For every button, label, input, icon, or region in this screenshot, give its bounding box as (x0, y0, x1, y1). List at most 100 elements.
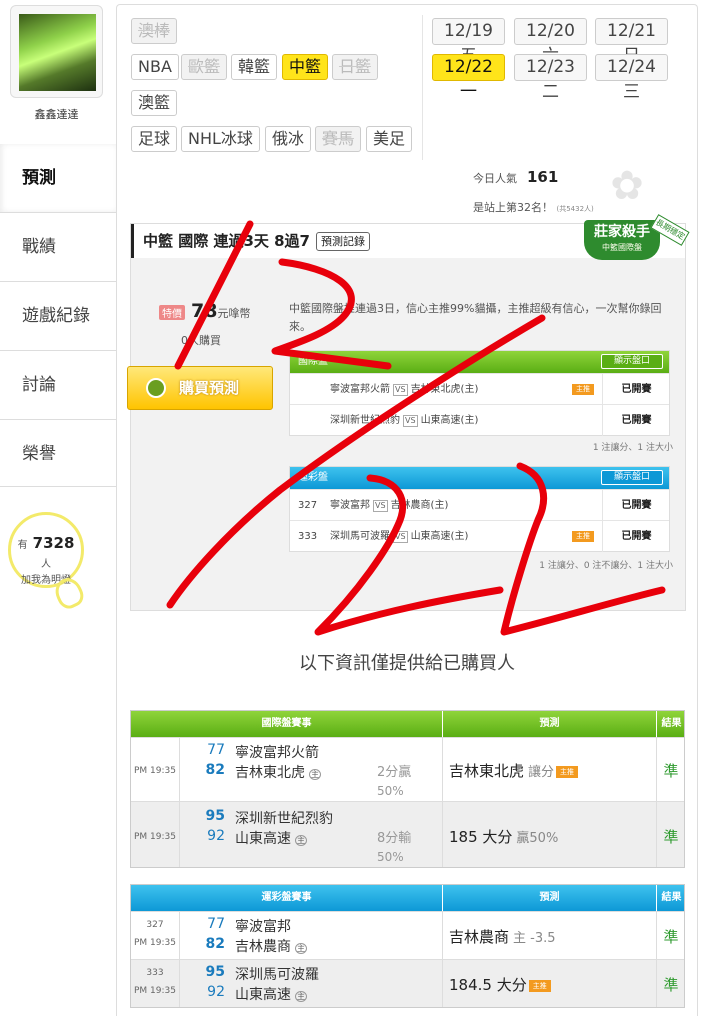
sidebar-item-game-log[interactable]: 遊戲紀錄 (0, 281, 116, 349)
text-fragment: 結果 (656, 711, 686, 737)
sidebar-item-record[interactable]: 戰績 (0, 212, 116, 280)
text-fragment (179, 912, 180, 959)
lottery-game-list: 運彩盤 顯示盤口 327 寧波富邦 VS 吉林農商(主) 已開賽 333 深圳馬可波羅 VS 山… (289, 466, 670, 552)
lottery-results-table: 運彩盤賽事 預測 結果 327 PM 19:35 77 寧波富邦 82 吉林農商主 吉林農… (130, 884, 685, 1008)
text-fragment: VS (373, 500, 388, 512)
sidebar-item-discussion[interactable]: 討論 (0, 350, 116, 418)
fans-prefix: 有 (17, 540, 28, 551)
text-fragment: 12/21 (607, 21, 656, 41)
text-fragment: 莊家殺手 中籃國際盤 (584, 220, 660, 260)
text-fragment: PM 19:35 (134, 938, 176, 948)
prediction-record-button[interactable]: 預測記錄 (315, 232, 370, 251)
date-tab[interactable]: 12/20 六 (514, 18, 587, 66)
sport-tab-russia-hockey[interactable]: 俄冰 (265, 126, 312, 152)
text-fragment: PM 19:35 (134, 832, 176, 842)
text-fragment: 95 (205, 808, 225, 824)
fans-counter[interactable]: 有 7328 人 加我為明燈 (8, 512, 84, 588)
sport-tab-aus-baseball[interactable]: 澳棒 (131, 18, 178, 44)
avatar[interactable] (10, 5, 103, 98)
sport-tab-nhl[interactable]: NHL冰球 (181, 126, 260, 152)
text-fragment: 77 (207, 742, 225, 758)
sport-tab-japan-basketball[interactable]: 日籃 (332, 54, 379, 80)
sidebar: 鑫鑫達達 預測 戰績 遊戲紀錄 討論 榮譽 有 7328 人 加我為明燈 (0, 0, 116, 1016)
text-fragment: 82 (205, 936, 225, 952)
text-fragment: 元嗱幣 (217, 307, 251, 320)
text-fragment: 吉林東北虎主 (235, 762, 321, 782)
text-fragment: 深圳馬可波羅 (235, 967, 319, 983)
text-fragment: 12/23 (526, 57, 575, 77)
date-tab-selected[interactable]: 12/22 一 (432, 54, 505, 102)
text-fragment: 50% (377, 784, 404, 798)
text-fragment: 主 -3.5 (513, 931, 556, 946)
text-fragment: 寧波富邦 VS 吉林農商(主) (330, 490, 610, 521)
text-fragment: 運彩盤 顯示盤口 (290, 467, 669, 489)
prediction-description: 中籃國際盤推連過3日，信心主推99%貓攝，主推超級有信心，一次幫你錄回來。 (289, 302, 662, 333)
text-fragment: 2分贏 (377, 765, 412, 780)
text-fragment: 運彩盤賽事 (261, 892, 312, 903)
list-item: 寧波富邦火箭 VS 吉林東北虎(主) 主推 已開賽 (290, 373, 669, 405)
text-fragment: 82 (205, 762, 225, 778)
text-fragment: 50% (377, 850, 404, 864)
popularity: 今日人氣 161 (473, 168, 558, 186)
list-item: 333 深圳馬可波羅 VS 山東高速(主) 主推 已開賽 (290, 520, 670, 552)
text-fragment: 深圳新世紀烈豹 VS 山東高速(主) (330, 405, 610, 436)
date-tab[interactable]: 12/24 三 (595, 54, 668, 102)
text-fragment: 讓分 (528, 765, 555, 780)
text-fragment: 山東高速 (235, 987, 291, 1003)
sport-tab-korea-basketball[interactable]: 韓籃 (231, 54, 278, 80)
date-tab[interactable]: 12/19 五 (432, 18, 505, 66)
sport-tab-euro-basketball[interactable]: 歐籃 (181, 54, 228, 80)
buy-prediction-button[interactable]: 購買預測 (127, 366, 273, 410)
text-fragment: 已開賽 (602, 521, 670, 552)
fans-suffix: 人 (41, 559, 51, 570)
text-fragment: 莊家殺手 (594, 224, 650, 240)
text-fragment: 今日人氣 (473, 172, 517, 185)
main-pick-icon: 主推 (572, 384, 594, 395)
sport-tab-aus-basketball[interactable]: 澳籃 (131, 90, 178, 116)
text-fragment: 一 (460, 82, 477, 102)
text-fragment: 12/24 (607, 57, 656, 77)
text-fragment: 結果 (656, 885, 686, 911)
text-fragment: 寧波富邦火箭 (330, 384, 390, 395)
text-fragment: 8分輸 (377, 831, 412, 846)
text-fragment (442, 960, 443, 1007)
sport-tab-horse-racing[interactable]: 賽馬 (315, 126, 362, 152)
buyers-only-notice: 以下資訊僅提供給已購買人 (299, 653, 515, 674)
text-fragment: 吉林農商 (235, 939, 291, 955)
text-fragment: PM 19:35 (134, 986, 176, 996)
price: 特價 78元嗱幣 (159, 300, 250, 322)
result-correct: 準 (663, 828, 679, 846)
divider (422, 15, 423, 160)
text-fragment: 寧波富邦火箭 VS 吉林東北虎(主) (330, 374, 610, 405)
text-fragment: 184.5 大分 主推 (449, 974, 551, 995)
text-fragment (179, 738, 180, 801)
text-fragment: 運彩盤 (298, 472, 328, 483)
sport-tab-soccer[interactable]: 足球 (131, 126, 178, 152)
table-row: PM 19:35 95 深圳新世紀烈豹 92 山東高速主 8分輸 50% 185 大分… (131, 801, 684, 867)
butterfly-icon: ✿ (610, 163, 644, 209)
text-fragment: 特價 (159, 305, 185, 320)
sidebar-item-honor[interactable]: 榮譽 (0, 419, 116, 487)
date-tab[interactable]: 12/23 二 (514, 54, 587, 102)
sport-tab-nba[interactable]: NBA (131, 54, 179, 80)
text-fragment: 已開賽 (602, 490, 670, 521)
text-fragment: VS (403, 415, 418, 427)
text-fragment: 78 (191, 300, 218, 322)
text-fragment: 184.5 大分 (449, 976, 527, 994)
sport-tab-china-basketball[interactable]: 中籃 (282, 54, 329, 80)
table-row: 327 PM 19:35 77 寧波富邦 82 吉林農商主 吉林農商主 -3.5 準 (131, 911, 684, 959)
text-fragment (179, 802, 180, 867)
date-tab[interactable]: 12/21 日 (595, 18, 668, 66)
text-fragment: 國際盤賽事 (261, 718, 312, 729)
text-fragment: 333 (146, 968, 164, 978)
show-odds-button[interactable]: 顯示盤口 (601, 470, 663, 485)
list-item: 327 寧波富邦 VS 吉林農商(主) 已開賽 (290, 489, 670, 521)
text-fragment: PM 19:35 (134, 766, 176, 776)
text-fragment: 運彩盤賽事 預測 結果 (131, 885, 684, 911)
text-fragment (442, 738, 443, 801)
show-odds-button[interactable]: 顯示盤口 (601, 354, 663, 369)
sidebar-item-predict[interactable]: 預測 (0, 144, 116, 212)
sport-tab-american-football[interactable]: 美足 (366, 126, 413, 152)
text-fragment: 中籃國際盤 (602, 243, 642, 252)
text-fragment: 已開賽 (602, 405, 670, 436)
